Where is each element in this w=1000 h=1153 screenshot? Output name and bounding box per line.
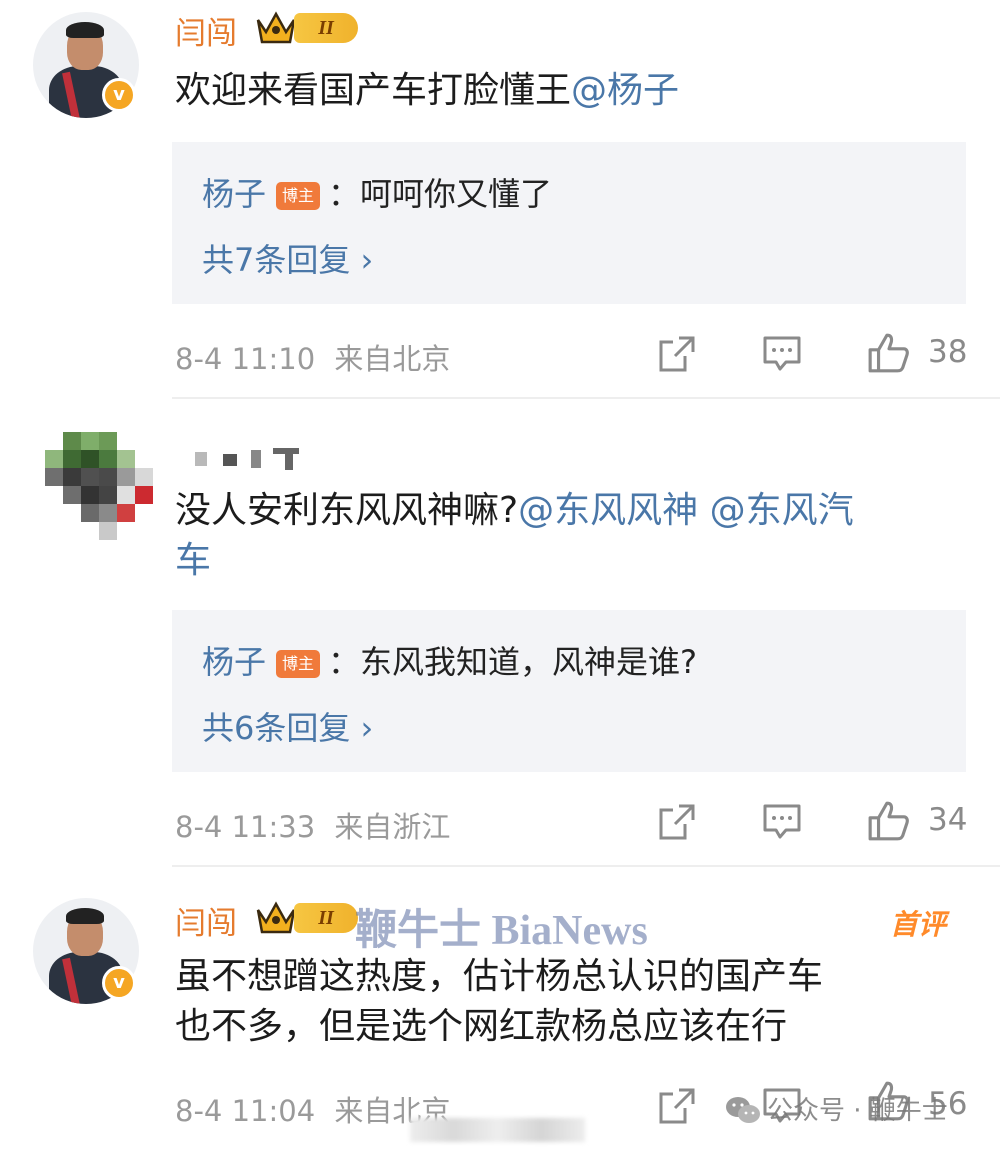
repost-icon[interactable] xyxy=(657,802,697,842)
comment-icon[interactable] xyxy=(762,334,802,374)
divider xyxy=(172,865,1000,867)
comment-line-1: 虽不想蹭这热度，估计杨总认识的国产车 xyxy=(175,956,824,997)
reply-preview[interactable]: 杨子 博主 ：呵呵你又懂了 共7条回复 › xyxy=(172,142,966,304)
divider xyxy=(172,397,1000,399)
comment-text-body: 欢迎来看国产车打脸懂王 xyxy=(175,70,572,111)
wechat-watermark-text: 公众号 · 鞭牛士 xyxy=(767,1096,948,1126)
wechat-icon xyxy=(726,1097,760,1123)
username-blurred xyxy=(195,446,305,476)
bianews-watermark: 鞭牛士 BiaNews xyxy=(355,908,648,954)
blurred-strip xyxy=(410,1118,585,1142)
timestamp: 8-4 11:33 xyxy=(175,810,316,844)
comment-icon[interactable] xyxy=(762,802,802,842)
username[interactable]: 闫闯 xyxy=(175,898,237,943)
like-count: 38 xyxy=(928,334,968,370)
crown-icon xyxy=(256,11,296,44)
mention-link-cont[interactable]: 车 xyxy=(175,540,211,581)
level-badge: II xyxy=(256,8,360,48)
avatar-hair xyxy=(66,908,104,924)
level-badge-label: II xyxy=(294,13,358,43)
repost-icon[interactable] xyxy=(657,334,697,374)
level-badge: II xyxy=(256,898,360,938)
blogger-tag: 博主 xyxy=(276,650,321,678)
comment-1: v 闫闯 II 欢迎来看国产车打脸懂王@杨子 杨子 博主 ：呵呵你又懂了 共7条回复… xyxy=(0,0,1000,395)
avatar-hair xyxy=(66,22,104,38)
mention-link[interactable]: @东风汽 xyxy=(710,490,854,531)
reply-line: 杨子 博主 ：呵呵你又懂了 xyxy=(202,169,552,215)
reply-count-link[interactable]: 共6条回复 › xyxy=(202,703,373,749)
repost-icon[interactable] xyxy=(657,1086,697,1126)
comment-meta: 8-4 11:33 来自浙江 xyxy=(175,804,450,846)
comment-meta: 8-4 11:10 来自北京 xyxy=(175,336,450,378)
mention-link[interactable]: @东风风神 xyxy=(518,490,698,531)
thumbs-up-icon[interactable] xyxy=(866,332,910,374)
username[interactable]: 闫闯 xyxy=(175,8,237,53)
comment-text: 虽不想蹭这热度，估计杨总认识的国产车 也不多，但是选个网红款杨总应该在行 xyxy=(175,952,823,1052)
blogger-tag: 博主 xyxy=(276,182,321,210)
reply-line: 杨子 博主 ：东风我知道，风神是谁? xyxy=(202,637,697,683)
reply-author[interactable]: 杨子 xyxy=(202,643,266,681)
timestamp: 8-4 11:10 xyxy=(175,342,316,376)
reply-count-link[interactable]: 共7条回复 › xyxy=(202,235,373,281)
location: 来自北京 xyxy=(334,342,451,376)
reply-text: ：呵呵你又懂了 xyxy=(328,175,553,213)
mention-link[interactable]: @杨子 xyxy=(571,70,679,111)
crown-icon xyxy=(256,901,296,934)
first-comment-badge: 首评 xyxy=(890,908,947,941)
verified-badge-icon: v xyxy=(102,966,136,1000)
comment-text-body: 没人安利东风风神嘛? xyxy=(175,490,519,531)
avatar[interactable] xyxy=(45,432,153,552)
verified-badge-icon: v xyxy=(102,78,136,112)
comment-line-2: 也不多，但是选个网红款杨总应该在行 xyxy=(175,1006,788,1047)
comment-2: 没人安利东风风神嘛?@东风风神 @东风汽车 杨子 博主 ：东风我知道，风神是谁? 共… xyxy=(0,400,1000,865)
reply-author[interactable]: 杨子 xyxy=(202,175,266,213)
timestamp: 8-4 11:04 xyxy=(175,1094,316,1128)
comment-text: 欢迎来看国产车打脸懂王@杨子 xyxy=(175,66,679,116)
location: 来自浙江 xyxy=(334,810,451,844)
reply-text: ：东风我知道，风神是谁? xyxy=(328,643,698,681)
level-badge-label: II xyxy=(294,903,358,933)
reply-preview[interactable]: 杨子 博主 ：东风我知道，风神是谁? 共6条回复 › xyxy=(172,610,966,772)
like-count: 34 xyxy=(928,802,968,838)
comment-text: 没人安利东风风神嘛?@东风风神 @东风汽车 xyxy=(175,486,854,586)
thumbs-up-icon[interactable] xyxy=(866,800,910,842)
wechat-watermark: 公众号 · 鞭牛士 xyxy=(725,1090,948,1130)
